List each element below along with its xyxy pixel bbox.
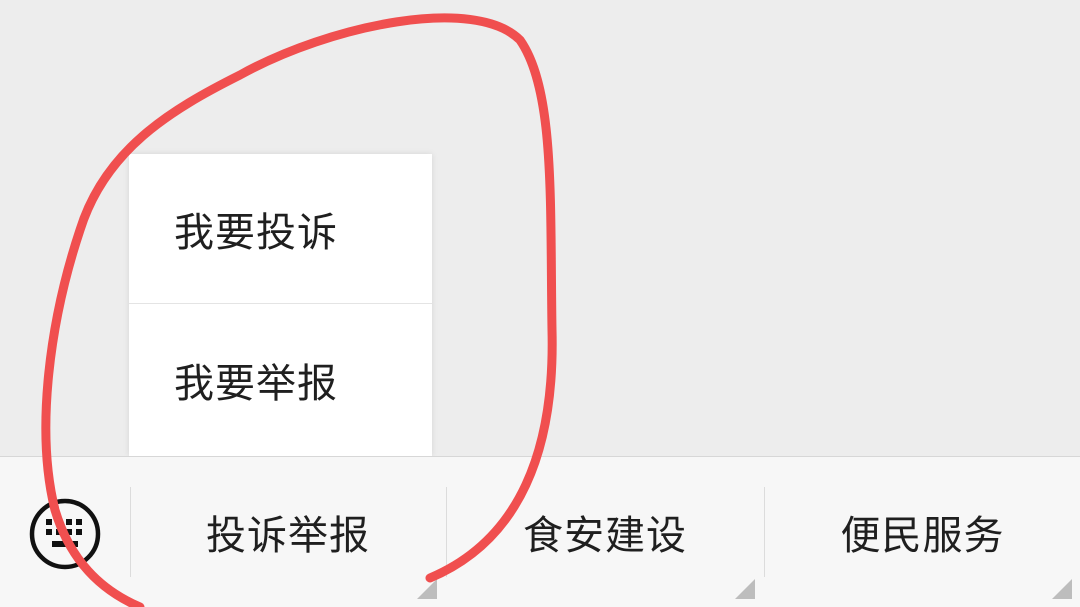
bottom-menu-bar: 投诉举报 食安建设 便民服务 [0, 456, 1080, 607]
menu-tab-complaint-report[interactable]: 投诉举报 [131, 457, 445, 607]
submenu-item-label: 我要举报 [174, 361, 338, 407]
submenu-item-label: 我要投诉 [174, 209, 338, 256]
submenu-indicator-icon [735, 579, 755, 599]
keyboard-toggle-button[interactable] [0, 457, 130, 607]
menu-tab-label: 投诉举报 [206, 513, 370, 559]
submenu-item-report[interactable]: 我要举报 [129, 305, 432, 455]
submenu-item-complaint[interactable]: 我要投诉 [129, 154, 432, 304]
submenu-indicator-icon [1052, 579, 1072, 599]
submenu-popup: 我要投诉 我要举报 [129, 154, 432, 456]
submenu-indicator-icon [417, 579, 437, 599]
menu-tab-public-service[interactable]: 便民服务 [765, 457, 1080, 607]
menu-tab-food-safety[interactable]: 食安建设 [447, 457, 763, 607]
menu-tab-label: 便民服务 [840, 513, 1005, 559]
menu-tab-label: 食安建设 [523, 513, 687, 559]
keyboard-icon [29, 498, 101, 570]
